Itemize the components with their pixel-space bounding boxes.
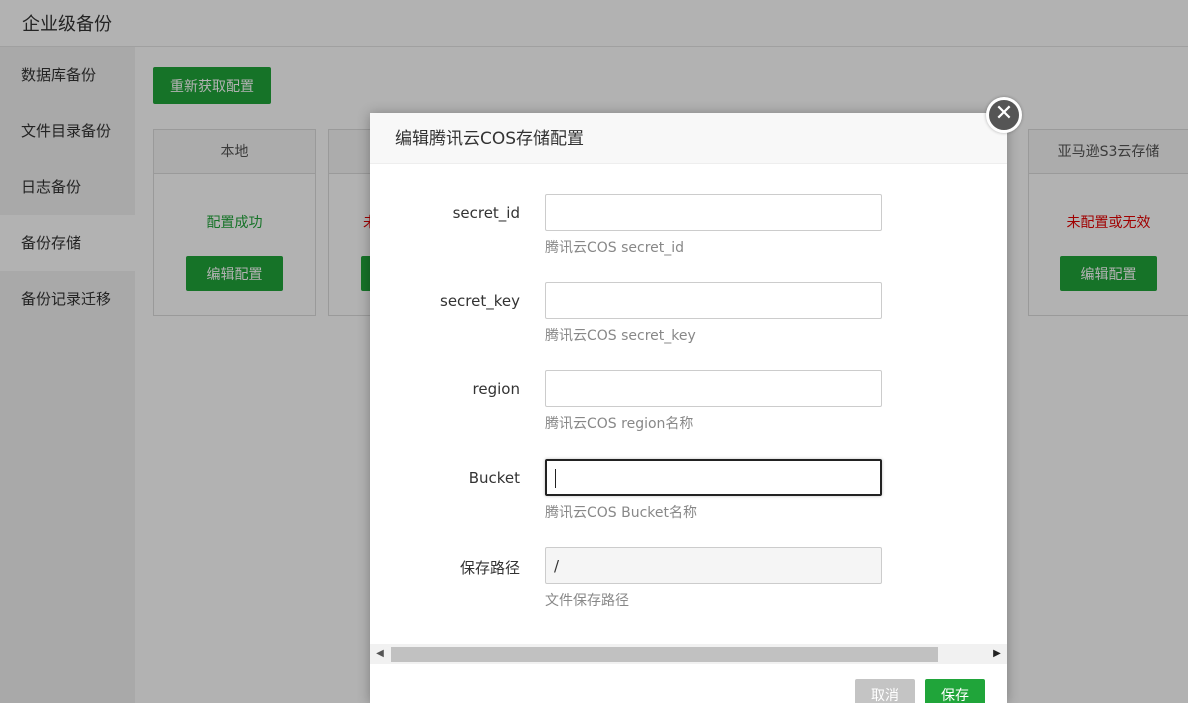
secret-key-input[interactable] [545,282,882,319]
form-row-save-path: 保存路径 文件保存路径 [370,547,1007,617]
app-window: 企业级备份 数据库备份 文件目录备份 日志备份 备份存储 备份记录迁移 重新获取… [0,0,1188,703]
form-row-bucket: Bucket 腾讯云COS Bucket名称 [370,459,1007,529]
secret-key-hint: 腾讯云COS secret_key [545,328,696,344]
secret-id-label: secret_id [452,204,520,222]
cos-config-dialog: 编辑腾讯云COS存储配置 secret_id 腾讯云COS secret_id … [370,113,1007,703]
scroll-left-arrow-icon[interactable]: ◀ [370,644,390,664]
region-input[interactable] [545,370,882,407]
save-path-hint: 文件保存路径 [545,593,629,609]
save-button[interactable]: 保存 [925,679,985,703]
cancel-button[interactable]: 取消 [855,679,915,703]
horizontal-scrollbar[interactable]: ◀ ▶ [370,644,1007,664]
secret-id-input[interactable] [545,194,882,231]
close-icon[interactable]: ✕ [986,97,1022,133]
dialog-title: 编辑腾讯云COS存储配置 [370,113,1007,164]
bucket-label: Bucket [468,469,520,487]
region-label: region [472,380,520,398]
bucket-hint: 腾讯云COS Bucket名称 [545,505,698,521]
dialog-footer: 取消 保存 [370,675,1007,703]
secret-key-label: secret_key [440,292,520,310]
bucket-input[interactable] [545,459,882,496]
region-hint: 腾讯云COS region名称 [545,416,694,432]
scrollbar-thumb[interactable] [391,647,938,662]
form-row-secret-id: secret_id 腾讯云COS secret_id [370,194,1007,264]
text-caret [555,469,556,488]
scroll-right-arrow-icon[interactable]: ▶ [987,644,1007,664]
secret-id-hint: 腾讯云COS secret_id [545,240,685,256]
save-path-label: 保存路径 [459,559,520,577]
form-row-region: region 腾讯云COS region名称 [370,370,1007,440]
form-row-secret-key: secret_key 腾讯云COS secret_key [370,282,1007,352]
save-path-input[interactable] [545,547,882,584]
